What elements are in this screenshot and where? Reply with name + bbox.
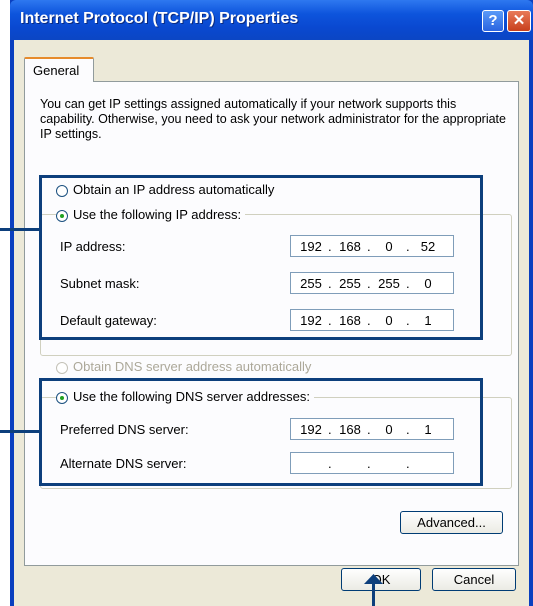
dns-callout-line	[0, 430, 40, 433]
radio-obtain-dns-auto[interactable]: Obtain DNS server address automatically	[56, 359, 311, 374]
advanced-button[interactable]: Advanced...	[400, 511, 503, 534]
cancel-button[interactable]: Cancel	[432, 568, 516, 591]
radio-icon	[56, 361, 68, 374]
ok-callout-arrow-icon	[364, 574, 383, 584]
tab-general-label: General	[33, 63, 80, 78]
ip-callout-line	[0, 228, 40, 231]
dns-callout-box	[39, 378, 483, 486]
window-title: Internet Protocol (TCP/IP) Properties	[20, 10, 299, 27]
radio-obtain-dns-auto-label: Obtain DNS server address automatically	[73, 359, 312, 374]
close-icon: ✕	[512, 12, 526, 29]
help-icon: ?	[488, 12, 498, 29]
tab-general[interactable]: General	[24, 57, 94, 82]
help-button[interactable]: ?	[482, 10, 504, 32]
title-bar[interactable]: Internet Protocol (TCP/IP) Properties ? …	[10, 0, 533, 40]
close-button[interactable]: ✕	[507, 10, 531, 32]
description-text: You can get IP settings assigned automat…	[40, 97, 506, 141]
ip-callout-box	[39, 175, 483, 340]
